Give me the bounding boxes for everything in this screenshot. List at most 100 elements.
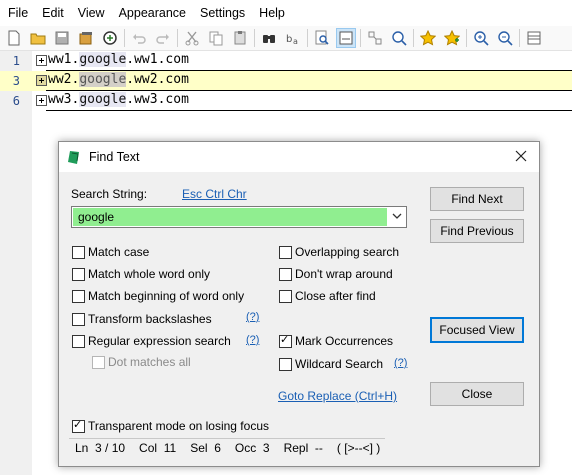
mark-occurrences-checkbox[interactable] [279, 333, 292, 348]
menu-bar: File Edit View Appearance Settings Help [0, 0, 572, 26]
toolbar-separator [124, 29, 125, 47]
mark-occurrences-label: Mark Occurrences [295, 334, 394, 348]
view-icon[interactable] [336, 28, 356, 48]
close-after-find-label: Close after find [295, 289, 376, 303]
search-string-label: Search String: [71, 187, 148, 201]
close-icon[interactable] [513, 148, 529, 164]
transparent-mode-label: Transparent mode on losing focus [88, 419, 269, 433]
find-previous-button[interactable]: Find Previous [430, 219, 524, 243]
match-whole-word-label: Match whole word only [88, 267, 211, 281]
save-all-icon[interactable] [76, 28, 96, 48]
status-replace: Repl -- [283, 440, 323, 455]
search-input[interactable]: google [73, 208, 387, 226]
open-folder-icon[interactable] [28, 28, 48, 48]
dont-wrap-label: Don't wrap around [295, 267, 393, 281]
zoom-out-icon[interactable] [495, 28, 515, 48]
new-file-icon[interactable] [4, 28, 24, 48]
fold-marker-icon[interactable] [36, 75, 47, 86]
dot-matches-all-checkbox[interactable] [92, 356, 105, 369]
close-button[interactable]: Close [430, 382, 524, 406]
regex-search-checkbox[interactable] [72, 335, 85, 348]
dialog-title: Find Text [89, 150, 140, 164]
bookmark-icon[interactable] [418, 28, 438, 48]
status-column: Col 11 [139, 440, 177, 455]
zoom-in-icon[interactable] [471, 28, 491, 48]
overlapping-search-checkbox[interactable] [279, 246, 292, 259]
transform-backslashes-checkbox[interactable] [72, 313, 85, 326]
svg-text:b: b [286, 34, 292, 45]
save-icon[interactable] [52, 28, 72, 48]
occurrence-mark: google [79, 52, 127, 67]
reload-icon[interactable] [100, 28, 120, 48]
status-line: Ln 3 / 10 [75, 440, 126, 455]
search-combobox[interactable]: google [71, 206, 407, 228]
transparent-mode-checkbox[interactable] [72, 418, 85, 433]
line-text: ww3.google.ww3.com [48, 92, 189, 107]
menu-appearance[interactable]: Appearance [113, 6, 192, 20]
fold-marker-icon[interactable] [36, 55, 47, 66]
panel-icon[interactable] [524, 28, 544, 48]
cut-icon[interactable] [182, 28, 202, 48]
occurrence-mark: google [79, 92, 127, 107]
toolbar-separator [360, 29, 361, 47]
dialog-title-bar[interactable]: Find Text [59, 142, 539, 172]
status-extra: ( [>--<] ) [336, 440, 381, 455]
regex-search-label: Regular expression search [88, 334, 231, 348]
menu-view[interactable]: View [72, 6, 111, 20]
fold-underline [46, 110, 572, 111]
esc-ctrl-chr-link[interactable]: Esc Ctrl Chr [182, 187, 247, 201]
copy-icon[interactable] [206, 28, 226, 48]
dont-wrap-checkbox[interactable] [279, 268, 292, 281]
svg-text:a: a [293, 37, 298, 46]
toolbar-separator [177, 29, 178, 47]
goto-replace-link[interactable]: Goto Replace (Ctrl+H) [278, 389, 397, 403]
fold-marker-icon[interactable] [36, 95, 47, 106]
transform-backslashes-label: Transform backslashes [88, 312, 212, 326]
goto-icon[interactable] [365, 28, 385, 48]
menu-settings[interactable]: Settings [194, 6, 251, 20]
paste-icon[interactable] [230, 28, 250, 48]
editor-line-current[interactable]: 3 ww2.google.ww2.com [0, 71, 572, 91]
toolbar-separator [307, 29, 308, 47]
wildcard-help-link[interactable]: (?) [394, 357, 407, 369]
status-selection: Sel 6 [190, 440, 221, 455]
find-next-button[interactable]: Find Next [430, 187, 524, 211]
close-after-find-checkbox[interactable] [279, 290, 292, 303]
wildcard-search-label: Wildcard Search [295, 357, 384, 371]
match-beginning-checkbox[interactable] [72, 290, 85, 303]
dot-matches-all-label: Dot matches all [108, 355, 191, 369]
editor-line[interactable]: 1 ww1.google.ww1.com [0, 51, 572, 71]
find-icon[interactable] [259, 28, 279, 48]
app-icon [68, 151, 79, 164]
overlapping-search-label: Overlapping search [295, 245, 400, 259]
editor-line[interactable]: 6 ww3.google.ww3.com [0, 91, 572, 111]
focused-view-button[interactable]: Focused View [430, 317, 524, 343]
chevron-down-icon[interactable] [391, 210, 403, 222]
toolbar: ba [0, 26, 572, 51]
line-text: ww2.google.ww2.com [48, 72, 189, 87]
redo-icon[interactable] [153, 28, 173, 48]
line-number: 6 [12, 94, 20, 108]
match-beginning-label: Match beginning of word only [88, 289, 245, 303]
zoom-icon[interactable] [389, 28, 409, 48]
match-case-checkbox[interactable] [72, 246, 85, 259]
toolbar-separator [413, 29, 414, 47]
menu-file[interactable]: File [2, 6, 34, 20]
line-number: 3 [12, 74, 20, 88]
match-case-label: Match case [88, 245, 150, 259]
regex-help-link[interactable]: (?) [246, 334, 259, 346]
dialog-status-bar: Ln 3 / 10 Col 11 Sel 6 Occ 3 Repl -- ( [… [69, 438, 385, 456]
bookmark-add-icon[interactable] [442, 28, 462, 48]
find-in-files-icon[interactable] [312, 28, 332, 48]
undo-icon[interactable] [129, 28, 149, 48]
wildcard-search-checkbox[interactable] [279, 358, 292, 371]
menu-edit[interactable]: Edit [36, 6, 70, 20]
match-whole-word-checkbox[interactable] [72, 268, 85, 281]
selected-match: google [79, 72, 127, 87]
status-occurrences: Occ 3 [234, 440, 270, 455]
replace-icon[interactable]: ba [283, 28, 303, 48]
find-dialog: Find Text Search String: Esc Ctrl Chr go… [58, 141, 540, 467]
transform-backslashes-help-link[interactable]: (?) [246, 311, 259, 323]
toolbar-separator [466, 29, 467, 47]
menu-help[interactable]: Help [253, 6, 291, 20]
